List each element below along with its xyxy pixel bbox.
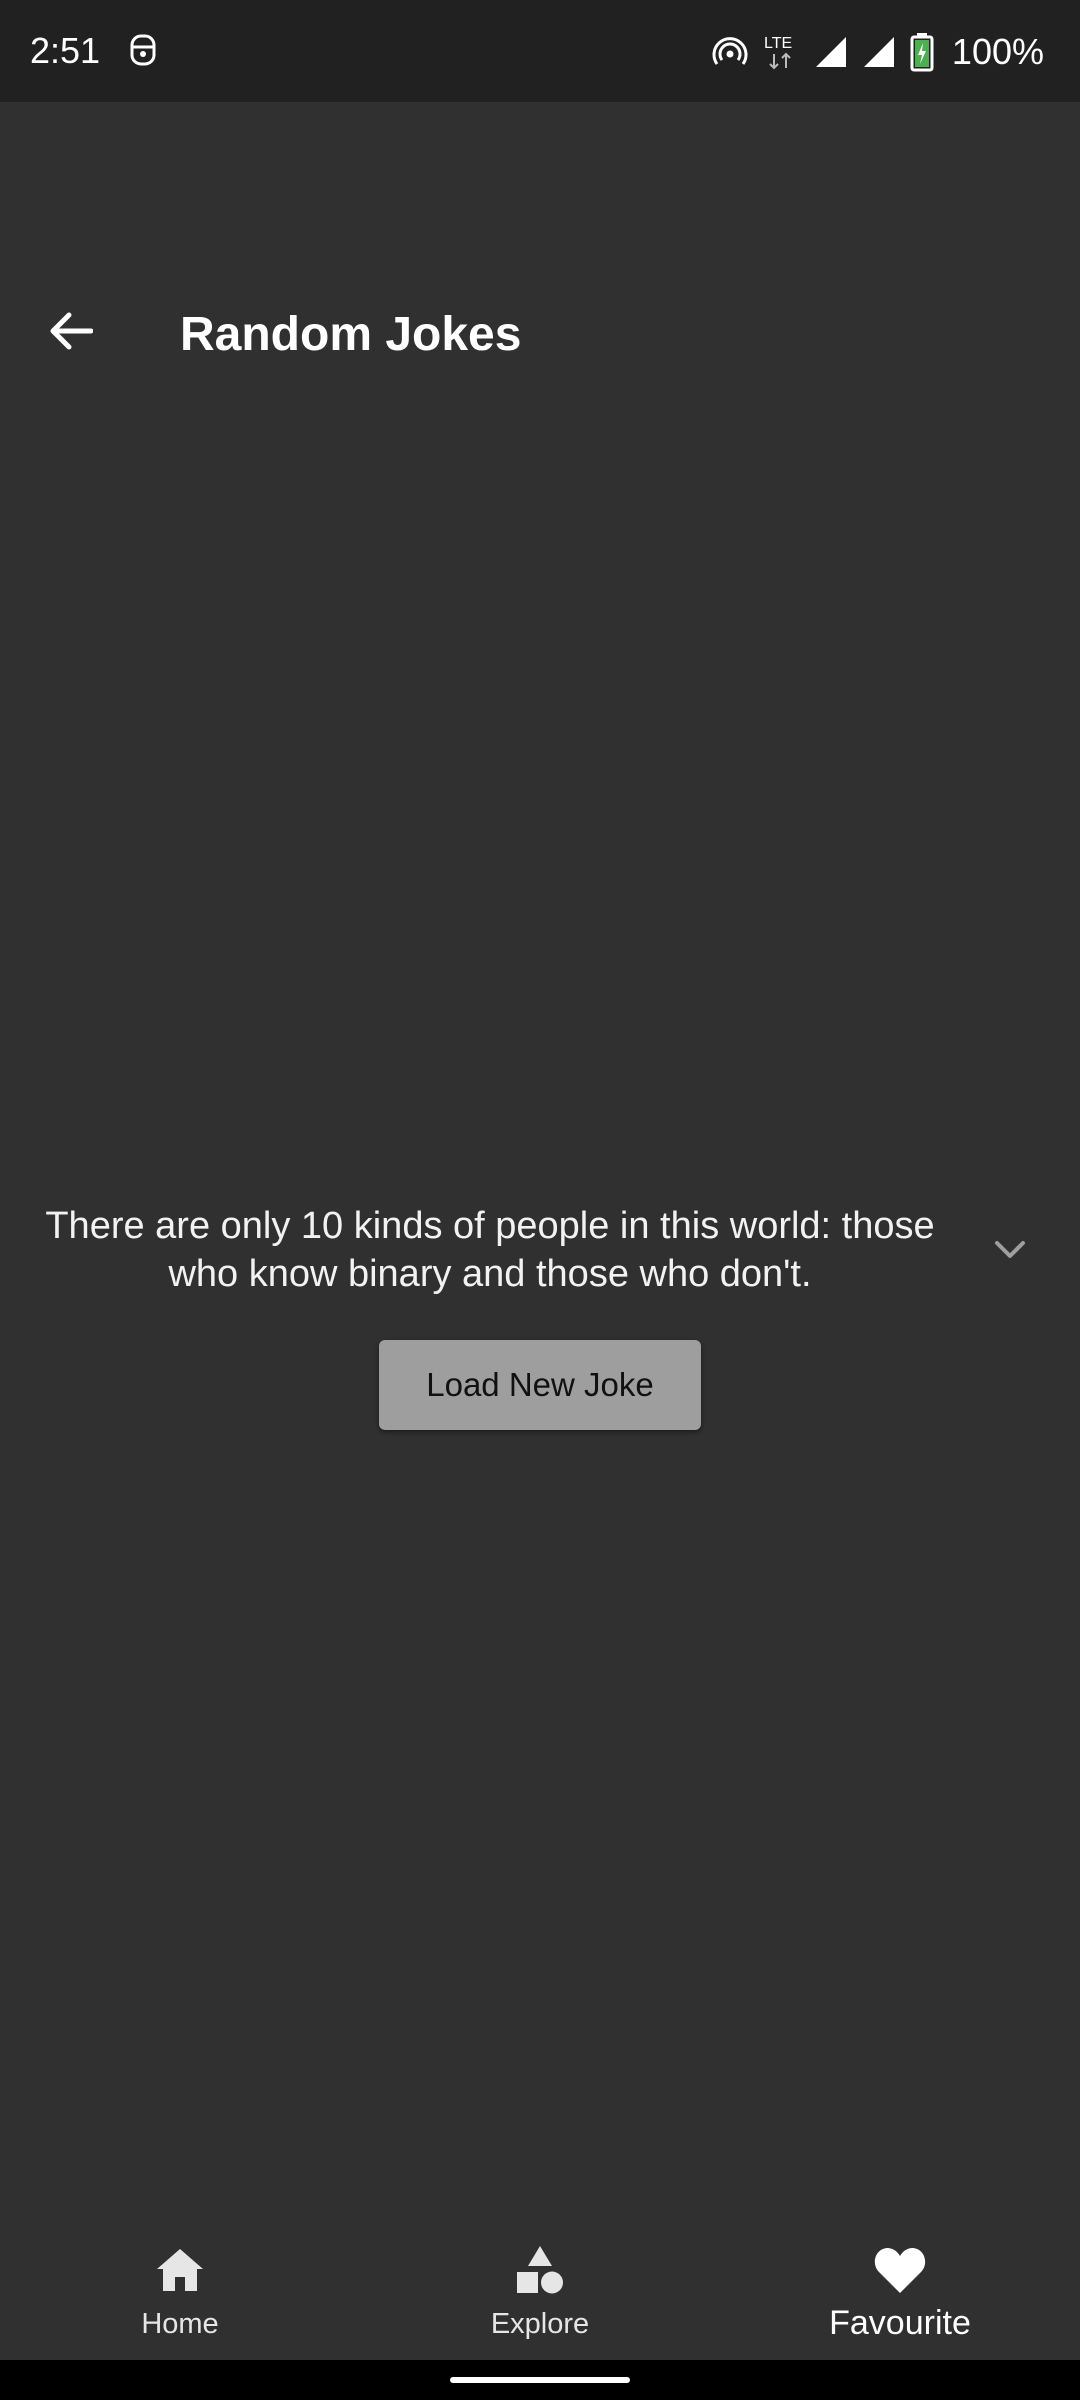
load-new-joke-button[interactable]: Load New Joke bbox=[379, 1340, 701, 1430]
status-time: 2:51 bbox=[30, 30, 101, 71]
heart-icon bbox=[873, 2242, 927, 2298]
nav-label-favourite: Favourite bbox=[829, 2304, 971, 2342]
lte-icon: LTE bbox=[762, 32, 800, 72]
bottom-navigation: Home Explore Favourite bbox=[0, 2220, 1080, 2360]
notification-app-icon bbox=[126, 30, 160, 70]
nav-item-home[interactable]: Home bbox=[0, 2220, 360, 2360]
page-title: Random Jokes bbox=[180, 308, 522, 361]
status-icons: LTE 100% bbox=[712, 24, 1044, 80]
nav-label-home: Home bbox=[141, 2308, 219, 2340]
gesture-navigation-bar bbox=[0, 2360, 1080, 2400]
status-bar: 2:51 LTE 100% bbox=[0, 0, 1080, 102]
joke-text: There are only 10 kinds of people in thi… bbox=[45, 1205, 935, 1295]
battery-percentage: 100% bbox=[951, 31, 1044, 72]
network-label: LTE bbox=[764, 35, 792, 52]
chevron-down-icon bbox=[994, 1240, 1026, 1265]
signal-icon bbox=[814, 35, 848, 69]
back-button[interactable] bbox=[36, 298, 106, 368]
arrow-left-icon bbox=[49, 311, 94, 356]
signal-icon-2 bbox=[862, 35, 896, 69]
expand-button[interactable] bbox=[980, 1222, 1040, 1282]
nav-item-favourite[interactable]: Favourite bbox=[720, 2220, 1080, 2360]
nav-label-explore: Explore bbox=[490, 2308, 590, 2340]
hotspot-icon bbox=[712, 34, 748, 70]
shapes-icon bbox=[514, 2242, 566, 2298]
nav-item-explore[interactable]: Explore bbox=[360, 2220, 720, 2360]
gesture-handle[interactable] bbox=[450, 2377, 630, 2383]
home-icon bbox=[155, 2242, 205, 2298]
battery-icon bbox=[910, 32, 934, 72]
